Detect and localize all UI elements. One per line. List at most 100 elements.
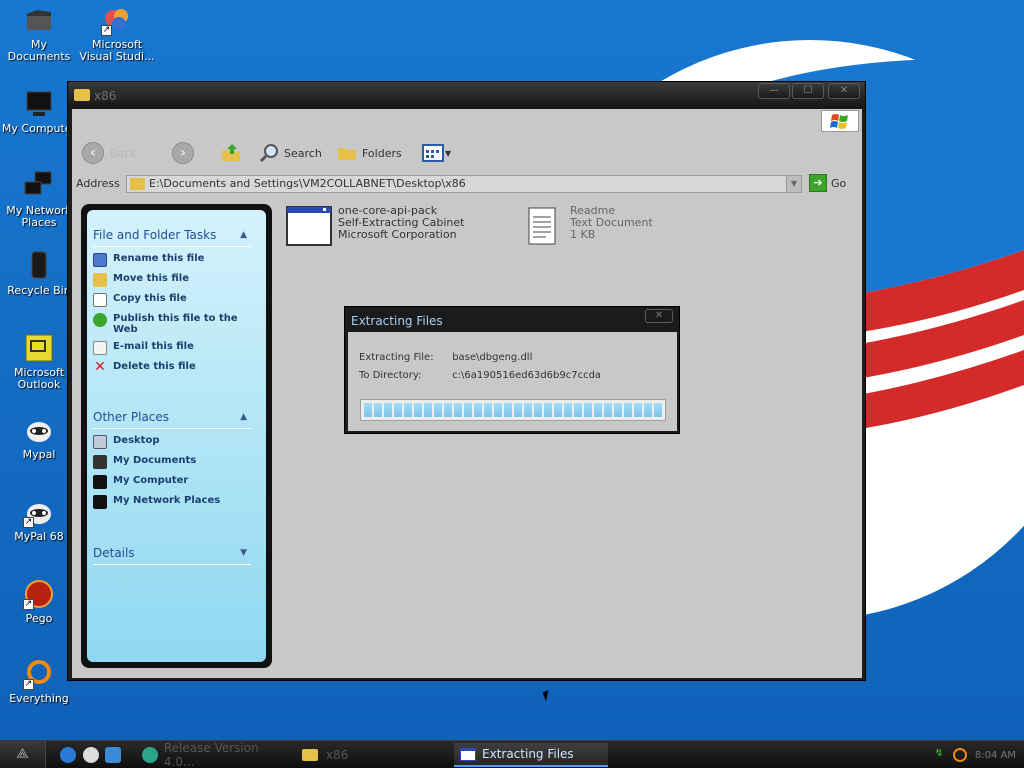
- desktop-icon-label: Everything: [9, 692, 69, 705]
- file-info: Microsoft Corporation: [338, 228, 457, 241]
- up-folder-icon: [222, 144, 240, 161]
- clock[interactable]: 8:04 AM: [975, 750, 1016, 761]
- folder-icon: [302, 749, 318, 761]
- place-label: My Network Places: [113, 495, 221, 506]
- file-info: 1 KB: [570, 228, 596, 241]
- delete-x-icon: ✕: [94, 359, 106, 375]
- taskbar: ⟁ Release Version 4.0... x86 Extracting …: [0, 740, 1024, 768]
- folder-icon: [74, 89, 90, 101]
- section-header[interactable]: Details ▼: [93, 546, 251, 565]
- globe-icon: [93, 313, 107, 327]
- go-button[interactable]: ➔ Go: [809, 174, 846, 192]
- progress-segment: [454, 403, 462, 417]
- move-icon: [93, 273, 107, 287]
- place-my-computer[interactable]: My Computer: [93, 475, 251, 489]
- back-button[interactable]: ‹ Back: [82, 142, 137, 164]
- views-icon: [422, 144, 444, 162]
- expand-chevron-icon[interactable]: ▼: [240, 548, 247, 558]
- progress-segment: [514, 403, 522, 417]
- task-rename[interactable]: Rename this file: [93, 253, 251, 267]
- minimize-button[interactable]: —: [758, 83, 790, 99]
- editor-quicklaunch-icon[interactable]: [105, 747, 121, 763]
- to-directory-value: c:\6a190516ed63d6b9c7ccda: [452, 370, 602, 381]
- views-button[interactable]: ▼: [422, 142, 451, 164]
- task-email[interactable]: E-mail this file: [93, 341, 251, 355]
- taskbar-button-x86[interactable]: x86: [296, 743, 446, 767]
- task-label: Delete this file: [113, 361, 196, 372]
- other-places-section: Other Places ▲ Desktop My Documents My C…: [93, 410, 251, 509]
- progress-segment: [554, 403, 562, 417]
- taskbar-button-label: x86: [326, 748, 349, 762]
- taskbar-button-extracting[interactable]: Extracting Files: [454, 743, 608, 767]
- section-title: File and Folder Tasks: [93, 228, 217, 242]
- address-dropdown-button[interactable]: ▼: [786, 176, 801, 192]
- windows-logo-icon: [821, 110, 859, 132]
- section-title: Details: [93, 546, 135, 560]
- progress-segment: [384, 403, 392, 417]
- progress-segment: [494, 403, 502, 417]
- place-label: My Documents: [113, 455, 197, 466]
- progress-segment: [634, 403, 642, 417]
- folder-icon: [130, 178, 145, 190]
- tray-search-icon[interactable]: [952, 748, 967, 762]
- file-item-one-core-api-pack[interactable]: one-core-api-pack Self-Extracting Cabine…: [286, 205, 464, 247]
- folders-button[interactable]: Folders: [336, 142, 402, 164]
- text-document-icon: [526, 205, 564, 247]
- progress-segment: [584, 403, 592, 417]
- progress-segment: [544, 403, 552, 417]
- address-input[interactable]: E:\Documents and Settings\VM2COLLABNET\D…: [126, 175, 802, 193]
- explorer-titlebar[interactable]: x86 — ☐ ✕: [68, 82, 865, 109]
- outlook-icon: [23, 332, 55, 364]
- start-button[interactable]: ⟁: [0, 741, 46, 768]
- collapse-chevron-icon[interactable]: ▲: [240, 412, 247, 422]
- window-icon: [460, 747, 476, 761]
- toolbar: ‹ Back › Search Folders ▼: [72, 133, 862, 173]
- desktop-icon-my-documents[interactable]: My Documents: [0, 4, 78, 63]
- section-header[interactable]: File and Folder Tasks ▲: [93, 228, 251, 247]
- desktop-icon: [93, 435, 107, 449]
- place-desktop[interactable]: Desktop: [93, 435, 251, 449]
- task-move[interactable]: Move this file: [93, 273, 251, 287]
- tray-network-icon[interactable]: ↯: [935, 748, 949, 762]
- search-icon: [259, 144, 278, 163]
- system-tray: ↯ 8:04 AM: [935, 741, 1024, 768]
- collapse-chevron-icon[interactable]: ▲: [240, 230, 247, 240]
- task-label: Copy this file: [113, 293, 187, 304]
- progress-segment: [644, 403, 652, 417]
- mypal-quicklaunch-icon[interactable]: [83, 747, 99, 763]
- progress-segment: [374, 403, 382, 417]
- place-network[interactable]: My Network Places: [93, 495, 251, 509]
- progress-segment: [604, 403, 612, 417]
- desktop-icon-visual-studio[interactable]: ↗ Microsoft Visual Studi...: [78, 4, 156, 63]
- address-label: Address: [76, 177, 120, 190]
- maximize-button[interactable]: ☐: [792, 83, 824, 99]
- dialog-close-button[interactable]: ✕: [645, 309, 673, 323]
- extracting-file-value: base\dbgeng.dll: [452, 352, 533, 363]
- file-item-readme[interactable]: Readme Text Document 1 KB: [526, 205, 653, 247]
- task-publish[interactable]: Publish this file to the Web: [93, 313, 251, 335]
- shortcut-arrow-icon: ↗: [101, 25, 112, 36]
- go-label: Go: [831, 176, 847, 190]
- progress-segment: [504, 403, 512, 417]
- rename-icon: [93, 253, 107, 267]
- taskbar-button-release[interactable]: Release Version 4.0...: [136, 741, 292, 768]
- progress-segment: [404, 403, 412, 417]
- menu-bar: [72, 109, 862, 133]
- internet-explorer-icon[interactable]: [60, 747, 76, 763]
- up-folder-button[interactable]: [220, 142, 242, 164]
- forward-button[interactable]: ›: [172, 142, 194, 164]
- progress-segment: [424, 403, 432, 417]
- progress-segment: [364, 403, 372, 417]
- progress-segment: [624, 403, 632, 417]
- dialog-title: Extracting Files: [351, 314, 443, 328]
- section-header[interactable]: Other Places ▲: [93, 410, 251, 429]
- search-button[interactable]: Search: [258, 142, 322, 164]
- place-my-documents[interactable]: My Documents: [93, 455, 251, 469]
- task-delete[interactable]: ✕ Delete this file: [93, 359, 251, 375]
- task-copy[interactable]: Copy this file: [93, 293, 251, 307]
- mypal68-icon: ↗: [23, 496, 55, 528]
- visual-studio-icon: ↗: [101, 4, 133, 36]
- progress-segment: [394, 403, 402, 417]
- close-button[interactable]: ✕: [828, 83, 860, 99]
- shortcut-arrow-icon: ↗: [23, 599, 34, 610]
